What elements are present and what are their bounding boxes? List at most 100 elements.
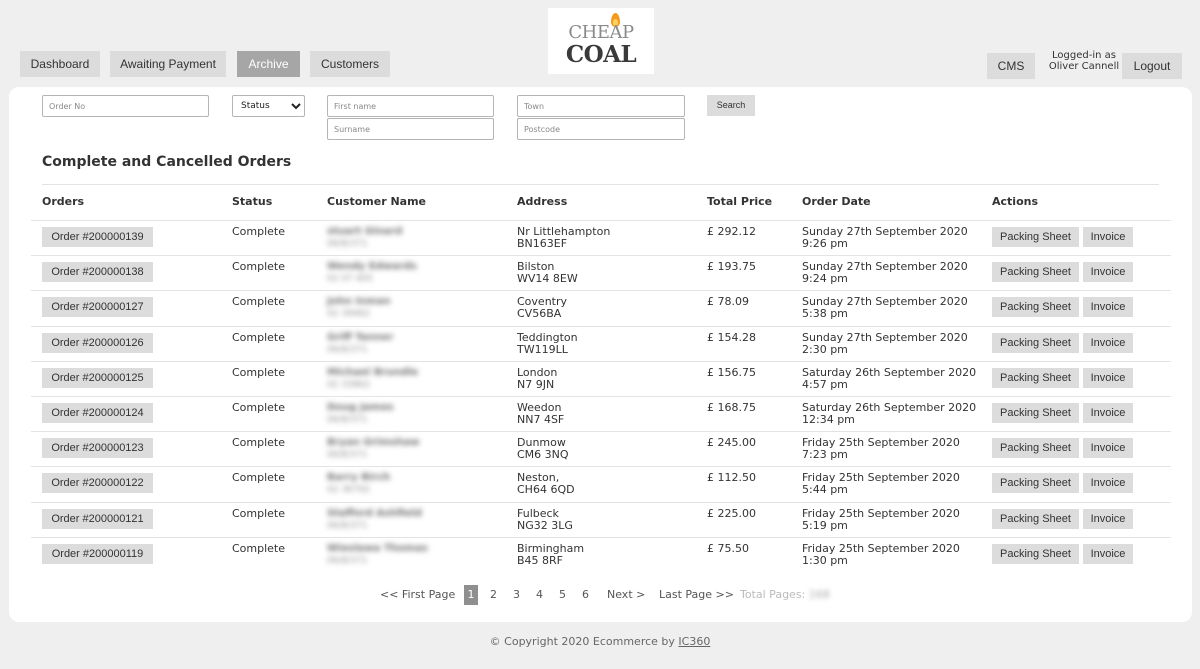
address-postcode: CH64 6QD: [517, 483, 575, 497]
surname-input[interactable]: [327, 118, 494, 140]
logout-button[interactable]: Logout: [1122, 53, 1182, 79]
table-row: Order #200000123 Complete Bryan Grimshaw 06…: [31, 431, 1171, 466]
nav-awaiting-payment-button[interactable]: Awaiting Payment: [110, 51, 226, 77]
nav-archive-button[interactable]: Archive: [237, 51, 300, 77]
table-row: Order #200000125 Complete Michael Brundle 0…: [31, 360, 1171, 396]
order-number-button[interactable]: Order #200000138: [42, 262, 153, 283]
packing-sheet-button[interactable]: Packing Sheet: [992, 367, 1079, 388]
column-header-order-date: Order Date: [802, 195, 871, 208]
column-header-actions: Actions: [992, 195, 1038, 208]
first-page-link[interactable]: << First Page: [380, 585, 455, 605]
customer-name: Stafford Ashfield: [327, 507, 422, 519]
logo-text-cheap: CHEAP: [568, 22, 634, 43]
nav-dashboard-button[interactable]: Dashboard: [20, 51, 100, 77]
packing-sheet-button[interactable]: Packing Sheet: [992, 227, 1079, 247]
logged-in-info: Logged-in as Oliver Cannell: [1044, 50, 1124, 72]
order-number-button[interactable]: Order #200000119: [42, 543, 153, 564]
table-row: Order #200000124 Complete Doug James 06/8/3…: [31, 396, 1171, 431]
order-number-button[interactable]: Order #200000123: [42, 438, 153, 459]
order-total-price: £ 225.00: [707, 506, 756, 520]
total-pages-value: 168: [808, 588, 830, 601]
order-date: Sunday 27th September 2020 5:38 pm: [802, 296, 968, 320]
customer-name: Bryan Grimshaw: [327, 437, 420, 449]
invoice-button[interactable]: Invoice: [1083, 508, 1133, 529]
table-row: Order #200000122 Complete Barry Birch 02 36…: [31, 466, 1171, 501]
town-input[interactable]: [517, 95, 685, 117]
next-page-link[interactable]: Next >: [607, 585, 645, 605]
packing-sheet-button[interactable]: Packing Sheet: [992, 332, 1079, 353]
order-number-button[interactable]: Order #200000124: [42, 403, 153, 423]
order-date-time: 2:30 pm: [802, 342, 848, 356]
invoice-button[interactable]: Invoice: [1083, 473, 1133, 494]
packing-sheet-button[interactable]: Packing Sheet: [992, 543, 1079, 564]
address-town: Teddington: [517, 330, 578, 344]
order-status: Complete: [232, 401, 286, 414]
table-row: Order #200000138 Complete Wendy Edwards 02 …: [31, 255, 1171, 290]
invoice-button[interactable]: Invoice: [1083, 403, 1133, 423]
customer-detail: 06/8/371: [327, 450, 368, 461]
postcode-input[interactable]: [517, 118, 685, 140]
nav-customers-button[interactable]: Customers: [310, 51, 390, 77]
column-header-status: Status: [232, 195, 273, 208]
last-page-link[interactable]: Last Page >>: [659, 585, 734, 605]
footer-ic360-link[interactable]: IC360: [678, 635, 710, 648]
order-number-button[interactable]: Order #200000121: [42, 508, 153, 529]
packing-sheet-button[interactable]: Packing Sheet: [992, 262, 1079, 283]
packing-sheet-button[interactable]: Packing Sheet: [992, 403, 1079, 423]
order-total-price: £ 75.50: [707, 541, 749, 555]
status-select[interactable]: Status: [232, 95, 305, 117]
page-4-link[interactable]: 4: [536, 585, 543, 605]
customer-detail: 06/8/371: [327, 520, 368, 531]
invoice-button[interactable]: Invoice: [1083, 262, 1133, 283]
order-total-price: £ 292.12: [707, 225, 756, 238]
order-number-button[interactable]: Order #200000125: [42, 367, 153, 388]
customer-name: John Inman: [327, 296, 391, 308]
order-status: Complete: [232, 541, 286, 555]
address-postcode: CV56BA: [517, 307, 562, 321]
table-row: Order #200000126 Complete Griff Tanner 06/8…: [31, 325, 1171, 361]
invoice-button[interactable]: Invoice: [1083, 543, 1133, 564]
order-address: Neston, CH64 6QD: [517, 472, 575, 496]
address-postcode: N7 9JN: [517, 377, 555, 391]
order-address: Nr Littlehampton BN163EF: [517, 226, 610, 250]
invoice-button[interactable]: Invoice: [1083, 367, 1133, 388]
order-no-input[interactable]: [42, 95, 209, 117]
address-postcode: B45 8RF: [517, 553, 564, 567]
cms-button[interactable]: CMS: [987, 53, 1035, 79]
page-6-link[interactable]: 6: [582, 585, 589, 605]
order-number-button[interactable]: Order #200000139: [42, 227, 153, 247]
order-address: Teddington TW119LL: [517, 330, 578, 356]
order-number-button[interactable]: Order #200000126: [42, 332, 153, 353]
packing-sheet-button[interactable]: Packing Sheet: [992, 473, 1079, 494]
address-postcode: BN163EF: [517, 237, 568, 250]
page-5-link[interactable]: 5: [559, 585, 566, 605]
search-button[interactable]: Search: [707, 95, 755, 116]
packing-sheet-button[interactable]: Packing Sheet: [992, 508, 1079, 529]
table-row: Order #200000119 Complete Wieslawa Thomas 0…: [31, 536, 1171, 572]
first-name-input[interactable]: [327, 95, 494, 117]
page-2-link[interactable]: 2: [490, 585, 497, 605]
order-total-price: £ 156.75: [707, 365, 756, 379]
invoice-button[interactable]: Invoice: [1083, 297, 1133, 318]
packing-sheet-button[interactable]: Packing Sheet: [992, 438, 1079, 459]
order-total-price: £ 193.75: [707, 260, 756, 274]
order-date-day: Sunday 27th September 2020: [802, 330, 968, 344]
invoice-button[interactable]: Invoice: [1083, 227, 1133, 247]
page-3-link[interactable]: 3: [513, 585, 520, 605]
order-date: Friday 25th September 2020 5:44 pm: [802, 472, 960, 496]
total-pages: Total Pages: 168: [740, 585, 830, 605]
invoice-button[interactable]: Invoice: [1083, 438, 1133, 459]
packing-sheet-button[interactable]: Packing Sheet: [992, 297, 1079, 318]
address-town: Fulbeck: [517, 506, 559, 520]
top-navigation-bar: Dashboard Awaiting Payment Archive Custo…: [0, 0, 1200, 90]
order-number-button[interactable]: Order #200000122: [42, 473, 153, 494]
order-total-price: £ 154.28: [707, 330, 756, 344]
column-header-total-price: Total Price: [707, 195, 773, 208]
footer-copyright: © Copyright 2020 Ecommerce by: [489, 635, 679, 648]
order-number-button[interactable]: Order #200000127: [42, 297, 153, 318]
page-1-link[interactable]: 1: [464, 585, 478, 605]
order-date-day: Friday 25th September 2020: [802, 506, 960, 520]
cheap-coal-logo[interactable]: CHEAP COAL: [548, 8, 654, 74]
invoice-button[interactable]: Invoice: [1083, 332, 1133, 353]
order-date-time: 5:44 pm: [802, 483, 848, 497]
